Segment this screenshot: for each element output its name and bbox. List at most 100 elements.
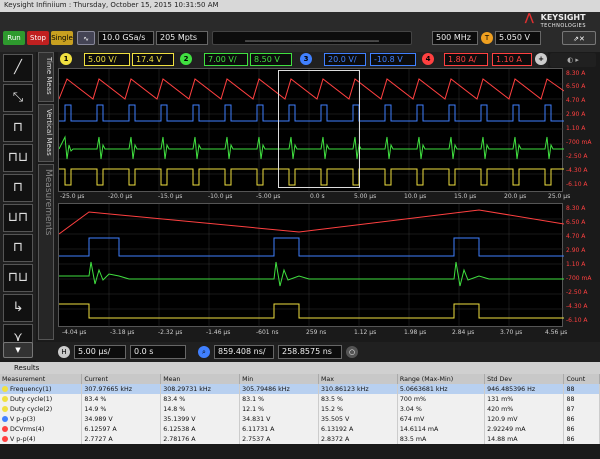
- column-header[interactable]: Std Dev: [484, 374, 565, 384]
- channel-1-zoom-trace: [59, 303, 564, 319]
- zoom-icon[interactable]: ⌕: [198, 346, 210, 358]
- upper-right-label: 8.30 A: [566, 70, 586, 77]
- lower-x-tick: 1.98 µs: [404, 329, 427, 336]
- setup-hold-icon[interactable]: ↳: [3, 294, 33, 322]
- column-header[interactable]: Measurement: [0, 374, 83, 384]
- trigger-level-field[interactable]: 5.050 V: [495, 31, 541, 45]
- window-title: Keysight Infiniium : Thursday, October 1…: [0, 0, 600, 12]
- tab-vertical-meas[interactable]: Vertical Meas: [38, 104, 54, 162]
- time-scale-field[interactable]: 5.00 µs/: [74, 345, 126, 359]
- results-panel-header[interactable]: Results: [0, 362, 600, 374]
- tab-time-meas[interactable]: Time Meas: [38, 52, 54, 102]
- channel-1-tag[interactable]: 1: [60, 53, 72, 65]
- channel-dot-icon: [2, 415, 8, 422]
- lower-x-tick: -2.32 µs: [158, 329, 183, 336]
- column-header[interactable]: Max: [318, 374, 398, 384]
- add-channel-icon[interactable]: +: [535, 53, 547, 65]
- column-header[interactable]: Current: [81, 374, 162, 384]
- auto-scale-icon[interactable]: ∿: [77, 31, 95, 45]
- trigger-tag-icon: T: [481, 32, 493, 44]
- sample-rate-field[interactable]: 10.0 GSa/s: [98, 31, 154, 45]
- window-restore-icon[interactable]: ⇗✕: [562, 31, 596, 45]
- upper-right-label: -6.10 A: [566, 181, 588, 188]
- upper-right-label: 2.90 A: [566, 111, 586, 118]
- rise-time-icon[interactable]: ⊔⊓: [3, 204, 33, 232]
- channel-3-scale[interactable]: 20.0 V/: [324, 53, 366, 66]
- lower-x-tick: 259 ns: [306, 329, 327, 336]
- horizontal-tag-icon[interactable]: H: [58, 346, 70, 358]
- upper-x-tick: -20.0 µs: [108, 193, 133, 200]
- upper-x-tick: 10.0 µs: [404, 193, 427, 200]
- edge-trigger-icon[interactable]: ╱: [3, 54, 33, 82]
- upper-x-tick: 0.0 s: [310, 193, 325, 200]
- results-header-row: Measurement Current Mean Min Max Range (…: [0, 374, 600, 384]
- channel-1-offset[interactable]: 17.4 V: [132, 53, 174, 66]
- run-button[interactable]: Run: [3, 31, 25, 45]
- upper-right-label: 6.50 A: [566, 83, 586, 90]
- stop-button[interactable]: Stop: [27, 31, 49, 45]
- time-delay-field[interactable]: 0.0 s: [130, 345, 186, 359]
- column-header[interactable]: Mean: [160, 374, 241, 384]
- single-button[interactable]: Single: [51, 31, 73, 45]
- channel-2-scale[interactable]: 7.00 V/: [204, 53, 248, 66]
- pulse-width-icon[interactable]: ⊓: [3, 114, 33, 142]
- table-row[interactable]: Frequency(1) 307.97665 kHz 308.29731 kHz 3…: [0, 384, 600, 394]
- channel-4-tag[interactable]: 4: [422, 53, 434, 65]
- column-header[interactable]: Count: [563, 374, 600, 384]
- channel-2-tag[interactable]: 2: [180, 53, 192, 65]
- channel-3-tag[interactable]: 3: [300, 53, 312, 65]
- lower-right-label: -4.30 A: [566, 303, 588, 310]
- scroll-down-icon[interactable]: ▼: [3, 342, 33, 358]
- column-header[interactable]: Min: [239, 374, 319, 384]
- slope-trigger-icon[interactable]: ⤡: [3, 84, 33, 112]
- channel-3-zoom-trace: [59, 237, 564, 257]
- keysight-wave-icon: ⋀: [524, 11, 534, 24]
- delta-time-icon[interactable]: ⊓⊔: [3, 264, 33, 292]
- bandwidth-field[interactable]: 500 MHz: [432, 31, 478, 45]
- channel-1-scale[interactable]: 5.00 V/: [84, 53, 130, 66]
- channel-4-scale[interactable]: 1.80 A/: [444, 53, 488, 66]
- table-row[interactable]: Duty cycle(1) 83.4 % 83.4 % 83.1 % 83.5 % 70…: [0, 394, 600, 404]
- table-row[interactable]: DCVrms(4) 6.12597 A 6.12538 A 6.11731 A 6.1…: [0, 424, 600, 434]
- lower-right-label: 6.50 A: [566, 219, 586, 226]
- zoom-delay-field[interactable]: 258.8575 ns: [278, 345, 342, 359]
- fall-time-icon[interactable]: ⊓: [3, 234, 33, 262]
- lower-right-label: 2.90 A: [566, 247, 586, 254]
- period-icon[interactable]: ⊓⊔: [3, 144, 33, 172]
- lower-right-label: 1.10 A: [566, 261, 586, 268]
- lower-x-tick: 3.70 µs: [500, 329, 523, 336]
- upper-right-label: -2.50 A: [566, 153, 588, 160]
- trigger-summary[interactable]: ▁▁▁▁▁▁▁▁▁▁▁▁▁▁▁▁▁▁▁▁▁▁▁▁▁▁▁▁▁: [212, 31, 412, 45]
- upper-x-tick: 25.0 µs: [548, 193, 571, 200]
- table-row[interactable]: Duty cycle(2) 14.9 % 14.8 % 12.1 % 15.2 % 3.…: [0, 404, 600, 414]
- upper-x-tick: 5.00 µs: [354, 193, 377, 200]
- upper-x-tick: 15.0 µs: [454, 193, 477, 200]
- more-controls-icon[interactable]: ◐ ▸: [550, 53, 596, 67]
- column-header[interactable]: Range (Max-Min): [397, 374, 486, 384]
- zoom-options-icon[interactable]: ○: [346, 346, 358, 358]
- channel-dot-icon: [2, 405, 8, 412]
- top-toolbar: Run Stop Single ∿ 10.0 GSa/s 205 Mpts ▁▁…: [0, 12, 600, 52]
- lower-x-tick: 4.56 µs: [545, 329, 568, 336]
- table-row[interactable]: V p-p(3) 34.989 V 35.1399 V 34.831 V 35.505…: [0, 414, 600, 424]
- upper-x-tick: -10.0 µs: [208, 193, 233, 200]
- upper-x-tick: -25.0 µs: [60, 193, 85, 200]
- duty-cycle-icon[interactable]: ⊓: [3, 174, 33, 202]
- zoom-waveform-plot[interactable]: [58, 203, 565, 328]
- timebase-bar: H 5.00 µs/ 0.0 s ⌕ 859.408 ns/ 258.8575 …: [36, 342, 600, 362]
- channel-4-offset[interactable]: 1.10 A: [492, 53, 532, 66]
- channel-3-offset[interactable]: -10.8 V: [370, 53, 416, 66]
- table-row[interactable]: V p-p(4) 2.7727 A 2.78176 A 2.7537 A 2.8372…: [0, 434, 600, 444]
- results-table: Measurement Current Mean Min Max Range (…: [0, 374, 600, 444]
- zoom-scale-field[interactable]: 859.408 ns/: [214, 345, 274, 359]
- channel-2-offset[interactable]: 8.50 V: [250, 53, 292, 66]
- tool-palette: ╱ ⤡ ⊓ ⊓⊔ ⊓ ⊔⊓ ⊓ ⊓⊔ ↳ ⋎: [0, 52, 36, 360]
- zoom-waveform-svg: [58, 204, 565, 328]
- tab-measurements[interactable]: Measurements: [38, 164, 54, 340]
- lower-x-tick: -601 ns: [256, 329, 279, 336]
- upper-x-tick: -5.00 µs: [256, 193, 281, 200]
- lower-right-label: -6.10 A: [566, 317, 588, 324]
- memory-depth-field[interactable]: 205 Mpts: [156, 31, 208, 45]
- zoom-window-box[interactable]: [278, 70, 360, 188]
- upper-right-label: -700 mA: [566, 139, 592, 146]
